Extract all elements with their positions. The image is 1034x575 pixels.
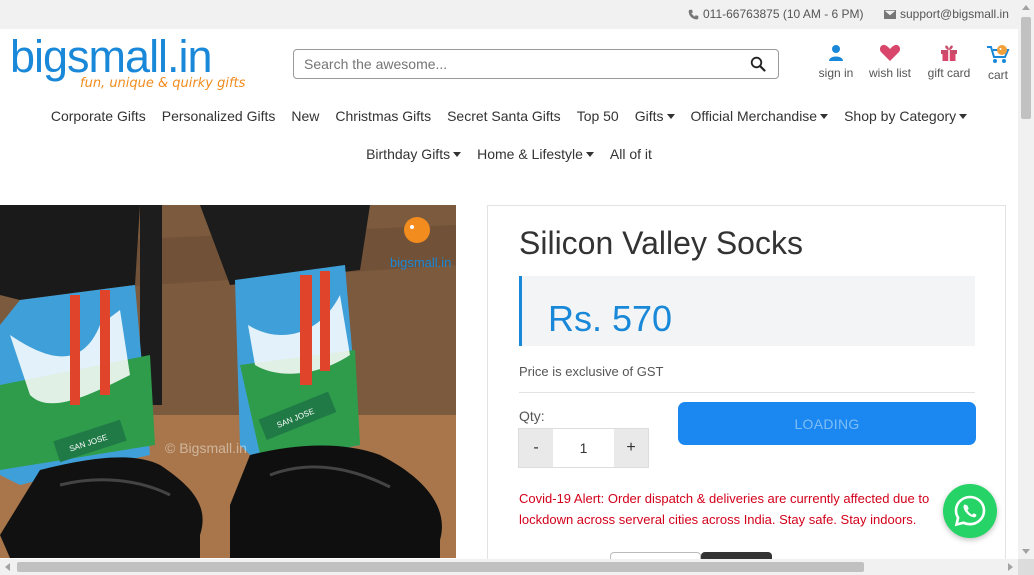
user-icon [829,45,843,61]
wishlist-link[interactable]: wish list [866,44,914,80]
cart-link[interactable]: cart [984,44,1012,82]
socks-illustration: SAN JOSE SAN JOSE © Bigsmall.in bigsmall… [0,205,456,558]
phone-contact[interactable]: 011-66763875 (10 AM - 6 PM) [688,7,864,21]
product-info-panel: Silicon Valley Socks Rs. 570 Price is ex… [487,205,1006,566]
nav-home-lifestyle[interactable]: Home & Lifestyle [469,146,602,162]
nav-label: Personalized Gifts [161,108,276,124]
scroll-down-icon[interactable] [1022,549,1030,554]
quantity-value[interactable]: 1 [553,429,614,467]
nav-personalized-gifts[interactable]: Personalized Gifts [154,108,284,124]
scroll-up-icon[interactable] [1022,5,1030,10]
phone-text: 011-66763875 (10 AM - 6 PM) [703,7,864,21]
site-logo[interactable]: bigsmall.in fun, unique & quirky gifts [10,31,245,92]
nav-new[interactable]: New [283,108,327,124]
gift-card-link[interactable]: gift card [925,44,973,80]
email-contact[interactable]: support@bigsmall.in [884,7,1009,21]
divider [519,392,975,393]
sign-in-label: sign in [818,66,854,80]
covid-alert: Covid-19 Alert: Order dispatch & deliver… [519,491,930,527]
gst-note: Price is exclusive of GST [519,364,664,379]
caret-down-icon [959,113,968,119]
caret-down-icon [666,113,675,119]
nav-top-50[interactable]: Top 50 [569,108,627,124]
nav-shop-by-category[interactable]: Shop by Category [836,108,975,124]
nav-label: All of it [609,146,652,162]
nav-gifts[interactable]: Gifts [627,108,683,124]
caret-down-icon [453,151,462,157]
search-input[interactable] [304,56,734,72]
nav-christmas-gifts[interactable]: Christmas Gifts [327,108,439,124]
email-text: support@bigsmall.in [900,7,1009,21]
scroll-right-icon[interactable] [1008,563,1013,571]
image-logo-text: bigsmall.in [390,255,451,270]
gift-card-label: gift card [927,66,971,80]
heart-icon [879,44,901,61]
image-watermark: © Bigsmall.in [165,440,247,456]
caret-down-icon [820,113,829,119]
nav-secret-santa-gifts[interactable]: Secret Santa Gifts [439,108,569,124]
sign-in-link[interactable]: sign in [817,44,855,80]
product-price: Rs. 570 [548,298,673,339]
add-to-cart-button[interactable]: LOADING [678,402,976,445]
caret-down-icon [585,151,594,157]
nav-label: Corporate Gifts [50,108,146,124]
scroll-left-icon[interactable] [5,563,10,571]
vertical-scroll-thumb[interactable] [1021,17,1031,119]
cart-icon [987,45,1010,63]
nav-label: New [291,108,320,124]
nav-label: Gifts [634,108,664,124]
gift-icon [941,45,957,61]
nav-label: Birthday Gifts [366,146,451,162]
nav-corporate-gifts[interactable]: Corporate Gifts [43,108,154,124]
product-image[interactable]: SAN JOSE SAN JOSE © Bigsmall.in bigsmall… [0,205,456,558]
whatsapp-icon [954,495,986,527]
nav-official-merchandise[interactable]: Official Merchandise [683,108,837,124]
nav-all-of-it[interactable]: All of it [602,146,660,162]
nav-label: Home & Lifestyle [477,146,583,162]
search-icon[interactable] [750,56,766,72]
envelope-icon [884,9,896,19]
nav-label: Christmas Gifts [335,108,432,124]
main-nav-row-2: Birthday Gifts Home & Lifestyle All of i… [0,146,1018,162]
scrollbar-corner [1018,559,1034,575]
search-box [293,49,779,79]
cart-label: cart [987,68,1008,82]
quantity-increase-button[interactable]: + [614,429,648,467]
price-box: Rs. 570 [519,276,975,346]
horizontal-scrollbar[interactable] [0,559,1018,575]
nav-birthday-gifts[interactable]: Birthday Gifts [358,146,469,162]
product-title: Silicon Valley Socks [519,225,803,261]
whatsapp-chat-button[interactable] [943,484,997,538]
nav-label: Official Merchandise [690,108,818,124]
quantity-decrease-button[interactable]: - [519,429,553,467]
logo-wordmark: bigsmall.in [10,31,213,82]
quantity-label: Qty: [519,408,545,424]
phone-icon [688,9,699,19]
quantity-stepper: - 1 + [518,428,649,468]
top-contact-bar: 011-66763875 (10 AM - 6 PM) support@bigs… [0,0,1018,29]
horizontal-scroll-thumb[interactable] [17,562,864,572]
nav-label: Top 50 [576,108,619,124]
logo-tagline: fun, unique & quirky gifts [80,76,246,91]
vertical-scrollbar[interactable] [1018,0,1034,575]
main-nav-row-1: Corporate Gifts Personalized Gifts New C… [0,108,1018,124]
nav-label: Shop by Category [844,108,957,124]
nav-label: Secret Santa Gifts [447,108,561,124]
wishlist-label: wish list [868,66,911,80]
